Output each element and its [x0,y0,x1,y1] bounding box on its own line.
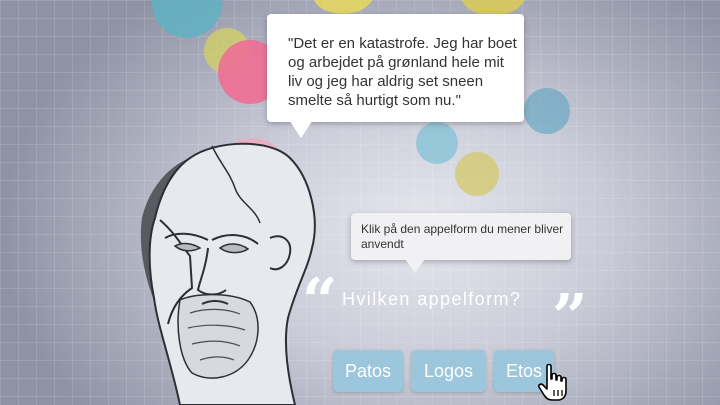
instruction-tooltip: Klik på den appelform du mener bliver an… [351,213,571,273]
close-quote-mark: ” [552,280,588,353]
open-quote-mark: “ [302,264,338,337]
hand-pointer-icon [538,363,567,401]
tooltip-tail [405,259,425,273]
answer-button-patos[interactable]: Patos [333,350,403,392]
decor-bubble [524,88,570,134]
decor-bubble [455,152,499,196]
scene: "Det er en katastrofe. Jeg har boet og a… [0,0,720,405]
quote-text: "Det er en katastrofe. Jeg har boet og a… [288,35,517,109]
question-heading: Hvilken appelform? [342,289,522,309]
quote-speech-bubble: "Det er en katastrofe. Jeg har boet og a… [267,14,524,138]
instruction-text: Klik på den appelform du mener bliver an… [361,222,564,251]
answer-button-logos[interactable]: Logos [411,350,486,392]
decor-bubble [416,122,458,164]
speech-bubble-tail [289,120,313,138]
